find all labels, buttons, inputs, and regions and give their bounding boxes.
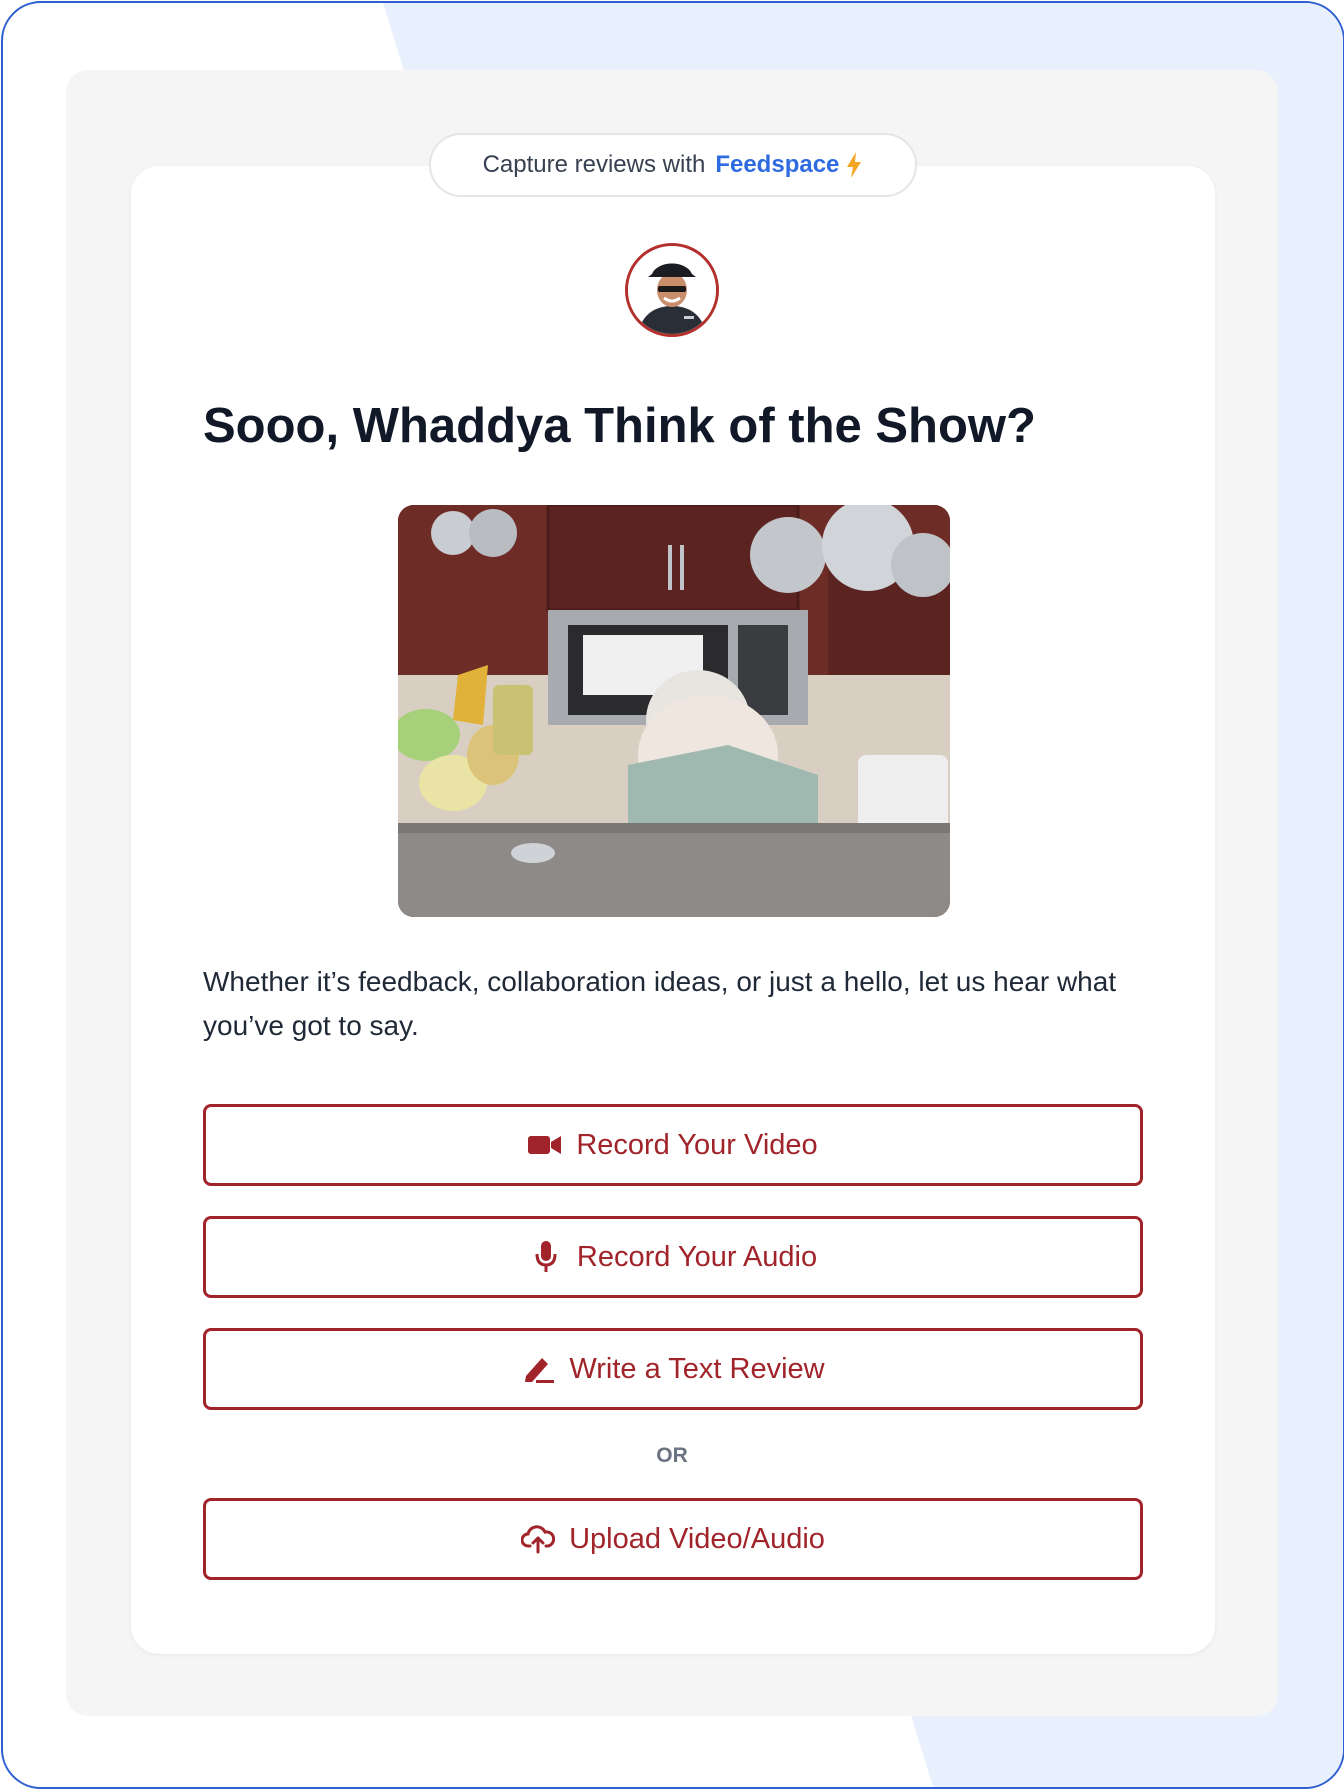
description-text: Whether it’s feedback, collaboration ide… <box>203 966 1117 1041</box>
upload-video-audio-button[interactable]: Upload Video/Audio <box>203 1498 1143 1580</box>
write-text-review-label: Write a Text Review <box>569 1352 825 1385</box>
record-audio-label: Record Your Audio <box>576 1240 818 1273</box>
upload-video-audio-label: Upload Video/Audio <box>569 1522 825 1555</box>
cloud-upload-icon <box>521 1522 556 1556</box>
record-video-button[interactable]: Record Your Video <box>203 1104 1143 1186</box>
page-title: Sooo, Whaddya Think of the Show? <box>203 399 1036 453</box>
microphone-icon <box>529 1240 563 1274</box>
lightning-bolt-icon <box>845 152 863 178</box>
record-audio-button[interactable]: Record Your Audio <box>203 1216 1143 1298</box>
badge-prefix: Capture reviews with <box>482 151 706 178</box>
avatar <box>625 243 719 337</box>
badge-brand[interactable]: Feedspace <box>715 151 839 179</box>
feedspace-badge[interactable]: Capture reviews with Feedspace <box>429 133 917 197</box>
write-text-review-button[interactable]: Write a Text Review <box>203 1328 1143 1410</box>
record-video-label: Record Your Video <box>576 1128 818 1161</box>
kitchen-gif-image <box>398 505 950 917</box>
video-camera-icon <box>528 1128 562 1162</box>
pencil-icon <box>521 1352 555 1386</box>
or-separator: OR <box>656 1444 688 1467</box>
